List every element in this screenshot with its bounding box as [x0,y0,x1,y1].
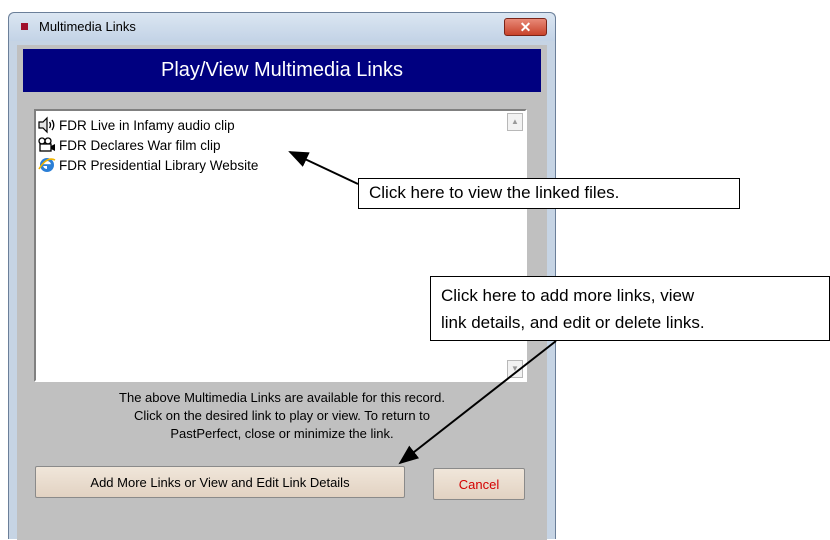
callout-arrows [288,151,557,465]
add-links-callout: Click here to add more links, view link … [430,276,830,341]
add-callout-line-2: link details, and edit or delete links. [441,313,705,332]
view-callout-arrow [288,151,359,185]
view-files-callout: Click here to view the linked files. [358,178,740,209]
add-callout-line-1: Click here to add more links, view [441,286,695,305]
add-callout-arrow [398,340,557,465]
